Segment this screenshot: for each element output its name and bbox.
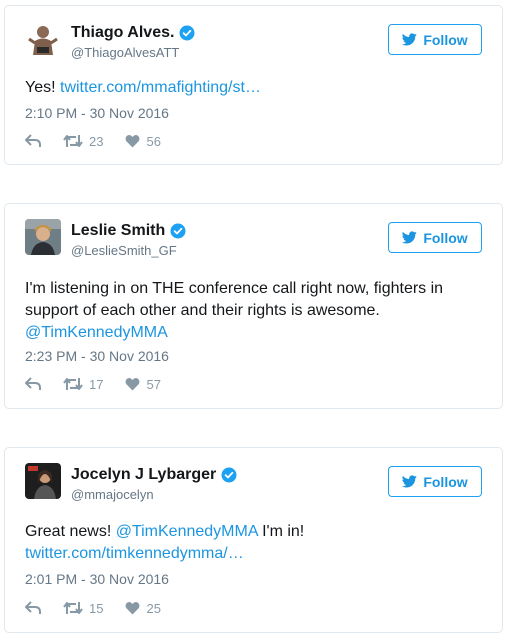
like-button[interactable]: 57 [125, 376, 161, 392]
tweet-body: Yes! [25, 79, 60, 96]
follow-label: Follow [423, 473, 468, 490]
user-handle[interactable]: @LeslieSmith_GF [71, 243, 186, 258]
verified-badge-icon [170, 223, 186, 239]
retweet-icon [63, 135, 83, 147]
tweet-link[interactable]: twitter.com/timkennedymma/… [25, 545, 244, 562]
reply-icon [25, 377, 41, 390]
twitter-bird-icon [402, 33, 418, 46]
user-handle[interactable]: @ThiagoAlvesATT [71, 45, 195, 60]
twitter-bird-icon [402, 231, 418, 244]
display-name[interactable]: Leslie Smith [71, 222, 165, 240]
tweet-card: Thiago Alves. @ThiagoAlvesATT Follow Yes… [4, 5, 503, 165]
retweet-icon [63, 602, 83, 614]
mention-link[interactable]: @TimKennedyMMA [25, 324, 168, 341]
timestamp[interactable]: 2:23 PM - 30 Nov 2016 [25, 348, 169, 364]
reply-icon [25, 601, 41, 614]
tweet-body: I'm listening in on THE conference call … [25, 280, 444, 319]
reply-button[interactable] [25, 377, 41, 391]
like-button[interactable]: 56 [125, 133, 161, 149]
heart-icon [126, 378, 140, 391]
avatar[interactable] [25, 219, 61, 255]
tweet-link[interactable]: twitter.com/mmafighting/st… [60, 79, 261, 96]
tweet-header: Jocelyn J Lybarger @mmajocelyn Follow [25, 463, 482, 503]
timestamp[interactable]: 2:01 PM - 30 Nov 2016 [25, 571, 169, 587]
heart-icon [126, 135, 140, 148]
timestamp[interactable]: 2:10 PM - 30 Nov 2016 [25, 105, 169, 121]
avatar[interactable] [25, 21, 61, 57]
tweet-card: Leslie Smith @LeslieSmith_GF Follow I'm … [4, 203, 503, 409]
tweet-body-continued: I'm in! [257, 523, 305, 540]
tweet-header: Thiago Alves. @ThiagoAlvesATT Follow [25, 21, 482, 61]
display-name[interactable]: Jocelyn J Lybarger [71, 466, 216, 484]
follow-button[interactable]: Follow [388, 466, 482, 497]
retweet-button[interactable]: 23 [63, 134, 103, 149]
reply-icon [25, 134, 41, 147]
retweet-count: 23 [89, 133, 104, 149]
follow-label: Follow [423, 229, 468, 246]
display-name[interactable]: Thiago Alves. [71, 24, 174, 42]
follow-button[interactable]: Follow [388, 24, 482, 55]
mention-link[interactable]: @TimKennedyMMA [116, 523, 258, 540]
verified-badge-icon [179, 25, 195, 41]
heart-icon [126, 602, 140, 615]
reply-button[interactable] [25, 601, 41, 615]
tweet-card: Jocelyn J Lybarger @mmajocelyn Follow Gr… [4, 447, 503, 633]
like-button[interactable]: 25 [125, 600, 161, 616]
retweet-count: 15 [89, 600, 104, 616]
retweet-button[interactable]: 17 [63, 377, 103, 392]
avatar[interactable] [25, 463, 61, 499]
tweet-text: Yes! twitter.com/mmafighting/st… [25, 77, 484, 99]
retweet-button[interactable]: 15 [63, 601, 103, 616]
retweet-icon [63, 378, 83, 390]
tweet-header: Leslie Smith @LeslieSmith_GF Follow [25, 219, 482, 259]
twitter-bird-icon [402, 475, 418, 488]
tweet-text: Great news! @TimKennedyMMA I'm in! twitte… [25, 521, 484, 565]
retweet-count: 17 [89, 376, 104, 392]
tweet-actions: 17 57 [25, 375, 183, 393]
tweet-actions: 23 56 [25, 132, 183, 150]
tweet-text: I'm listening in on THE conference call … [25, 278, 484, 344]
follow-label: Follow [423, 31, 468, 48]
user-handle[interactable]: @mmajocelyn [71, 487, 237, 502]
follow-button[interactable]: Follow [388, 222, 482, 253]
like-count: 57 [146, 376, 161, 392]
tweet-actions: 15 25 [25, 599, 183, 617]
tweet-body: Great news! [25, 523, 116, 540]
verified-badge-icon [221, 467, 237, 483]
like-count: 56 [146, 133, 161, 149]
like-count: 25 [146, 600, 161, 616]
reply-button[interactable] [25, 134, 41, 148]
